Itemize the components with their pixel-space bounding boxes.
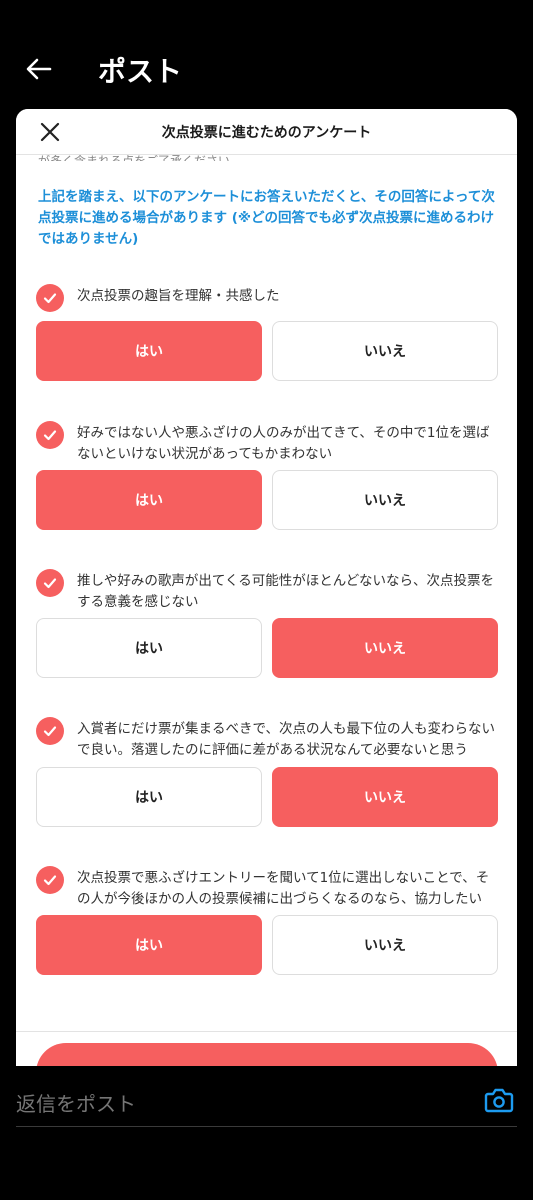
modal-title: 次点投票に進むためのアンケート	[161, 125, 372, 141]
q5-yes-button[interactable]: はい	[36, 915, 262, 975]
check-icon	[36, 569, 64, 597]
check-icon	[36, 421, 64, 449]
camera-button[interactable]	[484, 1086, 518, 1116]
q4-no-button[interactable]: いいえ	[272, 767, 498, 827]
q2-yes-button[interactable]: はい	[36, 470, 262, 530]
check-icon	[36, 866, 64, 894]
reply-bar: 返信をポスト	[0, 1066, 533, 1200]
page-title: ポスト	[98, 55, 183, 88]
notice-text: 上記を踏まえ、以下のアンケートにお答えいただくと、その回答によって次点投票に進め…	[38, 189, 495, 247]
back-arrow-icon	[26, 58, 52, 80]
q1-yes-button[interactable]: はい	[36, 321, 262, 381]
survey-modal: が多く含まれる点をご了承ください 次点投票に進むためのアンケート 上記を踏まえ、…	[16, 109, 517, 1109]
top-bar: ポスト	[0, 0, 533, 110]
reply-input[interactable]: 返信をポスト	[16, 1088, 136, 1117]
q3-yes-button[interactable]: はい	[36, 618, 262, 678]
question-text: 次点投票で悪ふざけエントリーを聞いて1位に選出しないことで、その人が今後ほかの人…	[77, 870, 490, 907]
q5-no-button[interactable]: いいえ	[272, 915, 498, 975]
question-text: 好みではない人や悪ふざけの人のみが出てきて、その中で1位を選ばないといけない状況…	[77, 425, 490, 462]
reply-underline	[16, 1126, 517, 1127]
q1-no-button[interactable]: いいえ	[272, 321, 498, 381]
q3-no-button[interactable]: いいえ	[272, 618, 498, 678]
check-icon	[36, 284, 64, 312]
footer-divider	[16, 1031, 517, 1032]
check-icon	[36, 717, 64, 745]
q4-yes-button[interactable]: はい	[36, 767, 262, 827]
camera-icon	[484, 1088, 514, 1113]
back-button[interactable]	[22, 52, 56, 86]
question-text: 次点投票の趣旨を理解・共感した	[77, 288, 280, 304]
q2-no-button[interactable]: いいえ	[272, 470, 498, 530]
question-text: 推しや好みの歌声が出てくる可能性がほとんどないなら、次点投票をする意義を感じない	[77, 573, 495, 610]
modal-header: 次点投票に進むためのアンケート	[16, 109, 517, 155]
question-text: 入賞者にだけ票が集まるべきで、次点の人も最下位の人も変わらないで良い。落選したの…	[77, 721, 495, 758]
